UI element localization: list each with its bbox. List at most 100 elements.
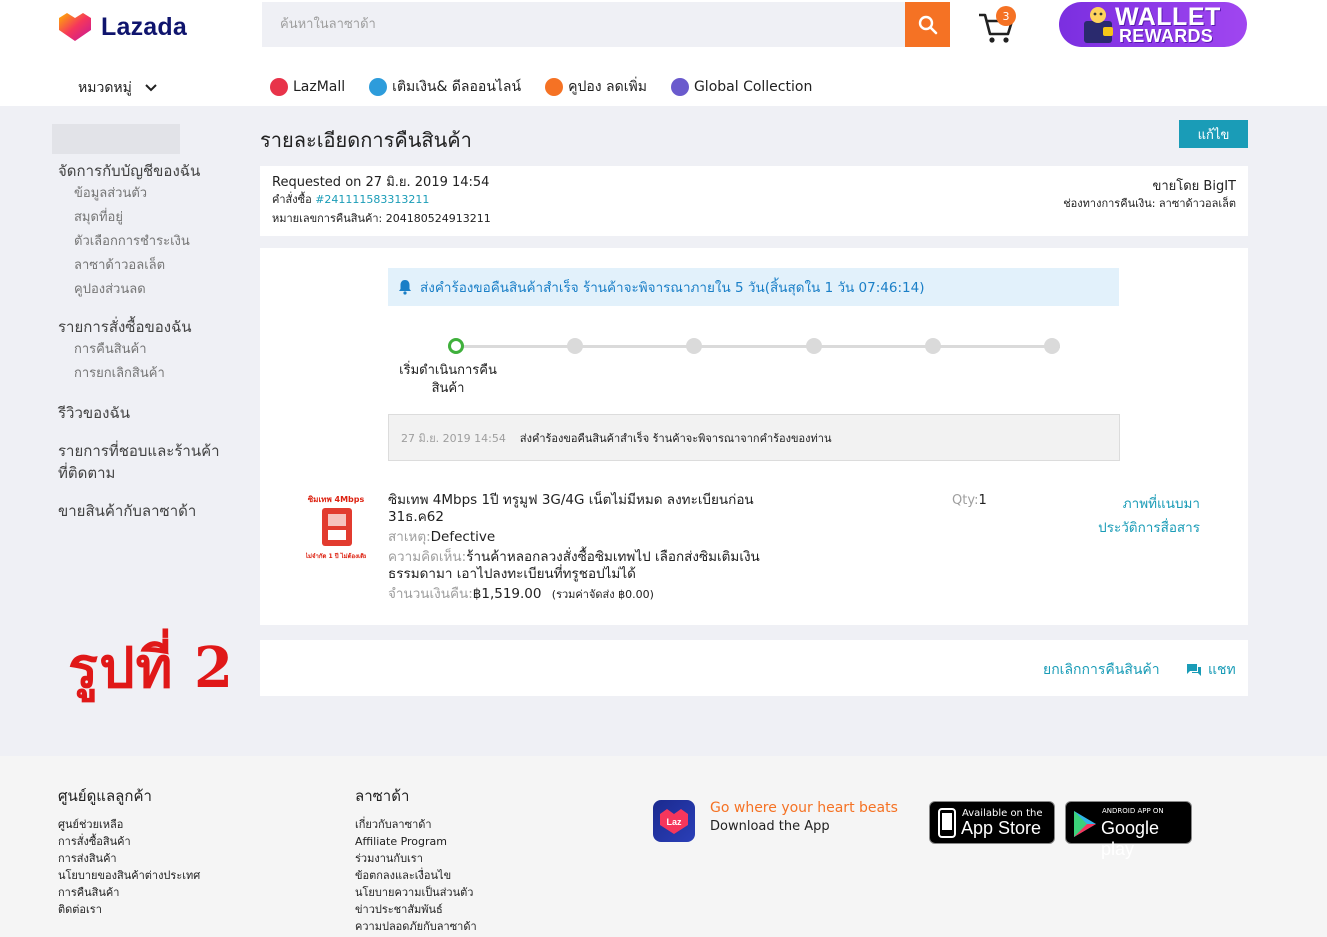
- footer-link[interactable]: ข้อตกลงและเงื่อนไข: [355, 867, 477, 884]
- wallet-rewards-banner[interactable]: WALLET REWARDS: [1059, 2, 1247, 47]
- progress-step-dot: [567, 338, 584, 354]
- progress-step-dot: [448, 338, 464, 354]
- footer-link[interactable]: Affiliate Program: [355, 833, 477, 850]
- history-entry: 27 มิ.ย. 2019 14:54 ส่งคำร้องขอคืนสินค้า…: [388, 414, 1120, 461]
- sidebar-section-sell[interactable]: ขายสินค้ากับลาซาด้า: [58, 500, 248, 522]
- product-thumbnail[interactable]: ซิมเทพ 4Mbps เน็ตไม่จำกัด 1 ปี ไม่ต้องเต…: [306, 492, 366, 572]
- sidebar-item-wallet[interactable]: ลาซาด้าวอลเล็ต: [58, 254, 248, 278]
- seller-name: ขายโดย BigIT: [1152, 179, 1236, 194]
- footer-link[interactable]: นโยบายของสินค้าต่างประเทศ: [58, 867, 200, 884]
- footer-link[interactable]: ข่าวประชาสัมพันธ์: [355, 901, 477, 918]
- progress-step-dot: [1044, 338, 1060, 354]
- phone-icon: [938, 808, 956, 838]
- lazada-heart-icon: [59, 13, 91, 41]
- laz-app-icon: Laz: [653, 800, 695, 842]
- sidebar-section-orders[interactable]: รายการสั่งซื้อของฉัน: [58, 316, 248, 338]
- footer-link[interactable]: ติดต่อเรา: [58, 901, 200, 918]
- footer-link[interactable]: ศูนย์ช่วยเหลือ: [58, 816, 200, 833]
- wallet-icon: [1084, 7, 1113, 43]
- voucher-icon: [545, 78, 564, 96]
- app-tagline-title: Go where your heart beats: [710, 800, 898, 816]
- search-button[interactable]: [905, 2, 950, 47]
- sidebar-item-returns[interactable]: การคืนสินค้า: [58, 338, 248, 362]
- edit-button[interactable]: แก้ไข: [1179, 120, 1248, 148]
- footer-link[interactable]: การคืนสินค้า: [58, 884, 200, 901]
- footer-link[interactable]: เกี่ยวกับลาซาด้า: [355, 816, 477, 833]
- attached-images-link[interactable]: ภาพที่แนบมา: [1098, 492, 1200, 516]
- footer-link[interactable]: นโยบายความเป็นส่วนตัว: [355, 884, 477, 901]
- sidebar-section-reviews[interactable]: รีวิวของฉัน: [58, 402, 248, 424]
- search-input[interactable]: [262, 2, 905, 47]
- sidebar-item-payment-options[interactable]: ตัวเลือกการชำระเงิน: [58, 230, 248, 254]
- footer-link[interactable]: ความปลอดภัยกับลาซาด้า: [355, 918, 477, 935]
- progress-step-dot: [686, 338, 703, 354]
- footer-col-title: ลาซาด้า: [355, 787, 410, 805]
- topup-icon: [369, 78, 388, 96]
- sidebar-item-cancellations[interactable]: การยกเลิกสินค้า: [58, 362, 248, 386]
- chat-icon: [1187, 664, 1201, 676]
- laz-icon-text: Laz: [666, 817, 682, 827]
- requested-date: Requested on 27 มิ.ย. 2019 14:54: [272, 175, 490, 190]
- lazmall-icon: [270, 78, 288, 96]
- quicklink-topup[interactable]: เติมเงิน& ดีลออนไลน์: [369, 76, 521, 98]
- app-download-text: Download the App: [710, 819, 830, 834]
- quick-links: LazMall เติมเงิน& ดีลออนไลน์ คูปอง ลดเพิ…: [270, 76, 812, 98]
- shipping-note: (รวมค่าจัดส่ง ฿0.00): [551, 588, 654, 601]
- qty-label: Qty:: [952, 493, 979, 508]
- sidebar-item-address-book[interactable]: สมุดที่อยู่: [58, 206, 248, 230]
- step-label-start: เริ่มดำเนินการคืนสินค้า: [399, 363, 497, 396]
- footer-col-title: ศูนย์ดูแลลูกค้า: [58, 787, 152, 805]
- return-number: หมายเลขการคืนสินค้า: 204180524913211: [272, 212, 491, 225]
- thumbnail-bottom-text: เน็ตไม่จำกัด 1 ปี ไม่ต้องเติมเงิน: [306, 551, 366, 560]
- page-title: รายละเอียดการคืนสินค้า: [260, 128, 472, 152]
- cart-count-badge: 3: [996, 6, 1016, 26]
- quicklink-lazmall[interactable]: LazMall: [270, 76, 345, 98]
- action-bar: ยกเลิกการคืนสินค้า แชท: [260, 640, 1248, 696]
- footer-lazada: ลาซาด้า เกี่ยวกับลาซาด้า Affiliate Progr…: [355, 784, 477, 935]
- sidebar-item-profile[interactable]: ข้อมูลส่วนตัว: [58, 182, 248, 206]
- product-info: ซิมเทพ 4Mbps 1ปี ทรูมูฟ 3G/4G เน็ตไม่มีห…: [388, 492, 768, 603]
- product-name[interactable]: ซิมเทพ 4Mbps 1ปี ทรูมูฟ 3G/4G เน็ตไม่มีห…: [388, 492, 768, 526]
- order-number-link[interactable]: #241111583313211: [315, 193, 429, 206]
- quicklink-global[interactable]: Global Collection: [670, 76, 812, 98]
- reason-label: สาเหตุ:: [388, 529, 431, 545]
- qty-value: 1: [978, 493, 987, 508]
- footer-link[interactable]: การสั่งซื้อสินค้า: [58, 833, 200, 850]
- return-progress: [448, 338, 1060, 354]
- lazada-logo[interactable]: Lazada: [58, 12, 187, 42]
- seller-meta: ขายโดย BigIT ช่องทางการคืนเงิน: ลาซาด้าว…: [1063, 178, 1236, 212]
- app-store-badge[interactable]: Available on the App Store: [929, 801, 1055, 844]
- global-icon: [670, 78, 689, 96]
- notice-text: ส่งคำร้องขอคืนสินค้าสำเร็จ ร้านค้าจะพิจา…: [420, 280, 925, 296]
- amount-label: จำนวนเงินคืน:: [388, 586, 473, 602]
- chat-link[interactable]: แชท: [1186, 659, 1236, 681]
- chevron-down-icon: [145, 84, 157, 92]
- app-tagline: Go where your heart beats Download the A…: [710, 800, 930, 834]
- footer: ศูนย์ดูแลลูกค้า ศูนย์ช่วยเหลือ การสั่งซื…: [0, 756, 1327, 937]
- appstore-big-text: App Store: [961, 818, 1042, 838]
- sidebar-section-account[interactable]: จัดการกับบัญชีของฉัน: [58, 160, 248, 182]
- footer-link[interactable]: ร่วมงานกับเรา: [355, 850, 477, 867]
- google-play-badge[interactable]: ANDROID APP ON Google play: [1065, 801, 1192, 859]
- category-menu[interactable]: หมวดหมู่: [78, 77, 158, 99]
- refund-amount: ฿1,519.00: [472, 586, 542, 602]
- comment-row: ความคิดเห็น:ร้านค้าหลอกลวงสั่งซื้อซิมเทพ…: [388, 549, 768, 583]
- history-time: 27 มิ.ย. 2019 14:54: [401, 431, 506, 445]
- cancel-return-link[interactable]: ยกเลิกการคืนสินค้า: [1043, 659, 1160, 681]
- wallet-subtitle: REWARDS: [1119, 26, 1214, 46]
- order-label: คำสั่งซื้อ: [272, 193, 316, 206]
- footer-link[interactable]: การส่งสินค้า: [58, 850, 200, 867]
- refund-channel: ช่องทางการคืนเงิน: ลาซาด้าวอลเล็ต: [1063, 197, 1236, 210]
- sidebar-section-wishlist[interactable]: รายการที่ชอบและร้านค้าที่ติดตาม: [58, 440, 228, 484]
- quicklink-label: เติมเงิน& ดีลออนไลน์: [392, 79, 522, 95]
- progress-step-dot: [805, 338, 822, 354]
- top-header: Lazada 3 WALLET REWARDS หมวดหมู่: [0, 0, 1327, 106]
- reason-value: Defective: [430, 529, 496, 545]
- communication-history-link[interactable]: ประวัติการสื่อสาร: [1098, 516, 1200, 540]
- quicklink-label: LazMall: [293, 79, 346, 95]
- quicklink-voucher[interactable]: คูปอง ลดเพิ่ม: [545, 76, 647, 98]
- thumbnail-top-text: ซิมเทพ 4Mbps: [308, 495, 365, 504]
- sidebar-item-vouchers[interactable]: คูปองส่วนลด: [58, 278, 248, 302]
- laz-heart-icon: Laz: [660, 809, 688, 834]
- return-info-card: Requested on 27 มิ.ย. 2019 14:54 คำสั่งซ…: [260, 166, 1248, 236]
